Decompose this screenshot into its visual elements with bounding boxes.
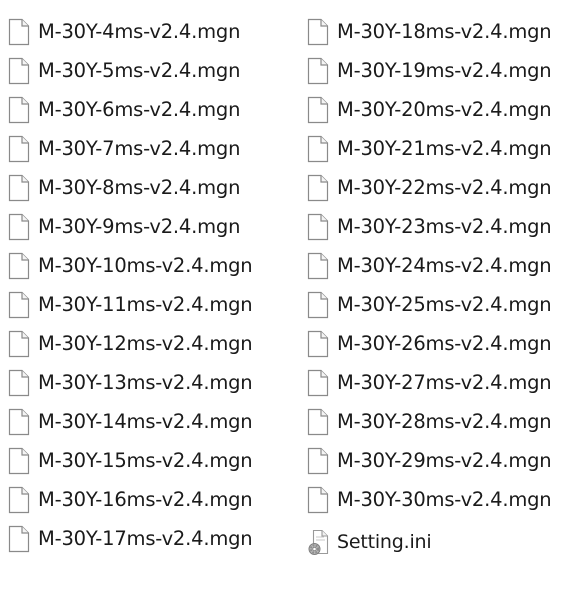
blank-file-icon [307, 408, 329, 435]
blank-file-icon [307, 174, 329, 201]
blank-file-icon [307, 447, 329, 474]
blank-file-icon [8, 213, 30, 240]
blank-file-icon [307, 486, 329, 513]
file-item[interactable]: M-30Y-21ms-v2.4.mgn [299, 129, 576, 168]
file-name: M-30Y-6ms-v2.4.mgn [38, 97, 241, 121]
file-item[interactable]: M-30Y-19ms-v2.4.mgn [299, 51, 576, 90]
file-name: M-30Y-8ms-v2.4.mgn [38, 175, 241, 199]
blank-file-icon [307, 57, 329, 84]
file-name: M-30Y-11ms-v2.4.mgn [38, 292, 253, 316]
file-name: M-30Y-23ms-v2.4.mgn [337, 214, 552, 238]
file-item[interactable]: M-30Y-10ms-v2.4.mgn [0, 246, 299, 285]
file-item[interactable]: M-30Y-18ms-v2.4.mgn [299, 12, 576, 51]
file-item-settings[interactable]: Setting.ini [299, 523, 576, 562]
file-name: M-30Y-4ms-v2.4.mgn [38, 19, 241, 43]
file-name: M-30Y-18ms-v2.4.mgn [337, 19, 552, 43]
file-item[interactable]: M-30Y-12ms-v2.4.mgn [0, 324, 299, 363]
blank-file-icon [307, 135, 329, 162]
file-item[interactable]: M-30Y-27ms-v2.4.mgn [299, 363, 576, 402]
file-name: M-30Y-27ms-v2.4.mgn [337, 370, 552, 394]
file-name: M-30Y-10ms-v2.4.mgn [38, 253, 253, 277]
file-item[interactable]: M-30Y-16ms-v2.4.mgn [0, 480, 299, 519]
file-item[interactable]: M-30Y-17ms-v2.4.mgn [0, 519, 299, 558]
blank-file-icon [307, 291, 329, 318]
file-item[interactable]: M-30Y-29ms-v2.4.mgn [299, 441, 576, 480]
blank-file-icon [307, 18, 329, 45]
file-item[interactable]: M-30Y-30ms-v2.4.mgn [299, 480, 576, 519]
file-item[interactable]: M-30Y-5ms-v2.4.mgn [0, 51, 299, 90]
blank-file-icon [8, 96, 30, 123]
file-item[interactable]: M-30Y-14ms-v2.4.mgn [0, 402, 299, 441]
file-item[interactable]: M-30Y-11ms-v2.4.mgn [0, 285, 299, 324]
file-item[interactable]: M-30Y-7ms-v2.4.mgn [0, 129, 299, 168]
blank-file-icon [8, 57, 30, 84]
file-name: M-30Y-22ms-v2.4.mgn [337, 175, 552, 199]
file-item[interactable]: M-30Y-13ms-v2.4.mgn [0, 363, 299, 402]
file-name: M-30Y-13ms-v2.4.mgn [38, 370, 253, 394]
blank-file-icon [307, 213, 329, 240]
file-name: M-30Y-29ms-v2.4.mgn [337, 448, 552, 472]
file-name: M-30Y-5ms-v2.4.mgn [38, 58, 241, 82]
file-item[interactable]: M-30Y-15ms-v2.4.mgn [0, 441, 299, 480]
file-list: M-30Y-4ms-v2.4.mgn M-30Y-5ms-v2.4.mgn M-… [0, 12, 576, 572]
blank-file-icon [307, 330, 329, 357]
blank-file-icon [307, 369, 329, 396]
blank-file-icon [8, 18, 30, 45]
file-name: M-30Y-19ms-v2.4.mgn [337, 58, 552, 82]
file-item[interactable]: M-30Y-4ms-v2.4.mgn [0, 12, 299, 51]
file-item[interactable]: M-30Y-23ms-v2.4.mgn [299, 207, 576, 246]
file-name: M-30Y-7ms-v2.4.mgn [38, 136, 241, 160]
settings-file-icon [308, 529, 329, 555]
blank-file-icon [8, 486, 30, 513]
blank-file-icon [8, 291, 30, 318]
file-name: M-30Y-26ms-v2.4.mgn [337, 331, 552, 355]
blank-file-icon [8, 525, 30, 552]
file-item[interactable]: M-30Y-22ms-v2.4.mgn [299, 168, 576, 207]
file-name: M-30Y-15ms-v2.4.mgn [38, 448, 253, 472]
blank-file-icon [8, 369, 30, 396]
file-name: M-30Y-9ms-v2.4.mgn [38, 214, 241, 238]
file-name: M-30Y-21ms-v2.4.mgn [337, 136, 552, 160]
file-item[interactable]: M-30Y-20ms-v2.4.mgn [299, 90, 576, 129]
file-item[interactable]: M-30Y-26ms-v2.4.mgn [299, 324, 576, 363]
file-name: M-30Y-17ms-v2.4.mgn [38, 526, 253, 550]
blank-file-icon [307, 252, 329, 279]
file-name: M-30Y-25ms-v2.4.mgn [337, 292, 552, 316]
blank-file-icon [8, 252, 30, 279]
blank-file-icon [8, 330, 30, 357]
file-item[interactable]: M-30Y-9ms-v2.4.mgn [0, 207, 299, 246]
file-name: Setting.ini [337, 531, 432, 553]
blank-file-icon [8, 447, 30, 474]
file-name: M-30Y-20ms-v2.4.mgn [337, 97, 552, 121]
file-name: M-30Y-28ms-v2.4.mgn [337, 409, 552, 433]
file-name: M-30Y-24ms-v2.4.mgn [337, 253, 552, 277]
file-item[interactable]: M-30Y-25ms-v2.4.mgn [299, 285, 576, 324]
file-name: M-30Y-14ms-v2.4.mgn [38, 409, 253, 433]
file-item[interactable]: M-30Y-28ms-v2.4.mgn [299, 402, 576, 441]
file-item[interactable]: M-30Y-24ms-v2.4.mgn [299, 246, 576, 285]
blank-file-icon [8, 408, 30, 435]
file-name: M-30Y-12ms-v2.4.mgn [38, 331, 253, 355]
blank-file-icon [307, 96, 329, 123]
file-item[interactable]: M-30Y-8ms-v2.4.mgn [0, 168, 299, 207]
blank-file-icon [8, 174, 30, 201]
file-item[interactable]: M-30Y-6ms-v2.4.mgn [0, 90, 299, 129]
blank-file-icon [8, 135, 30, 162]
file-name: M-30Y-30ms-v2.4.mgn [337, 487, 552, 511]
file-name: M-30Y-16ms-v2.4.mgn [38, 487, 253, 511]
